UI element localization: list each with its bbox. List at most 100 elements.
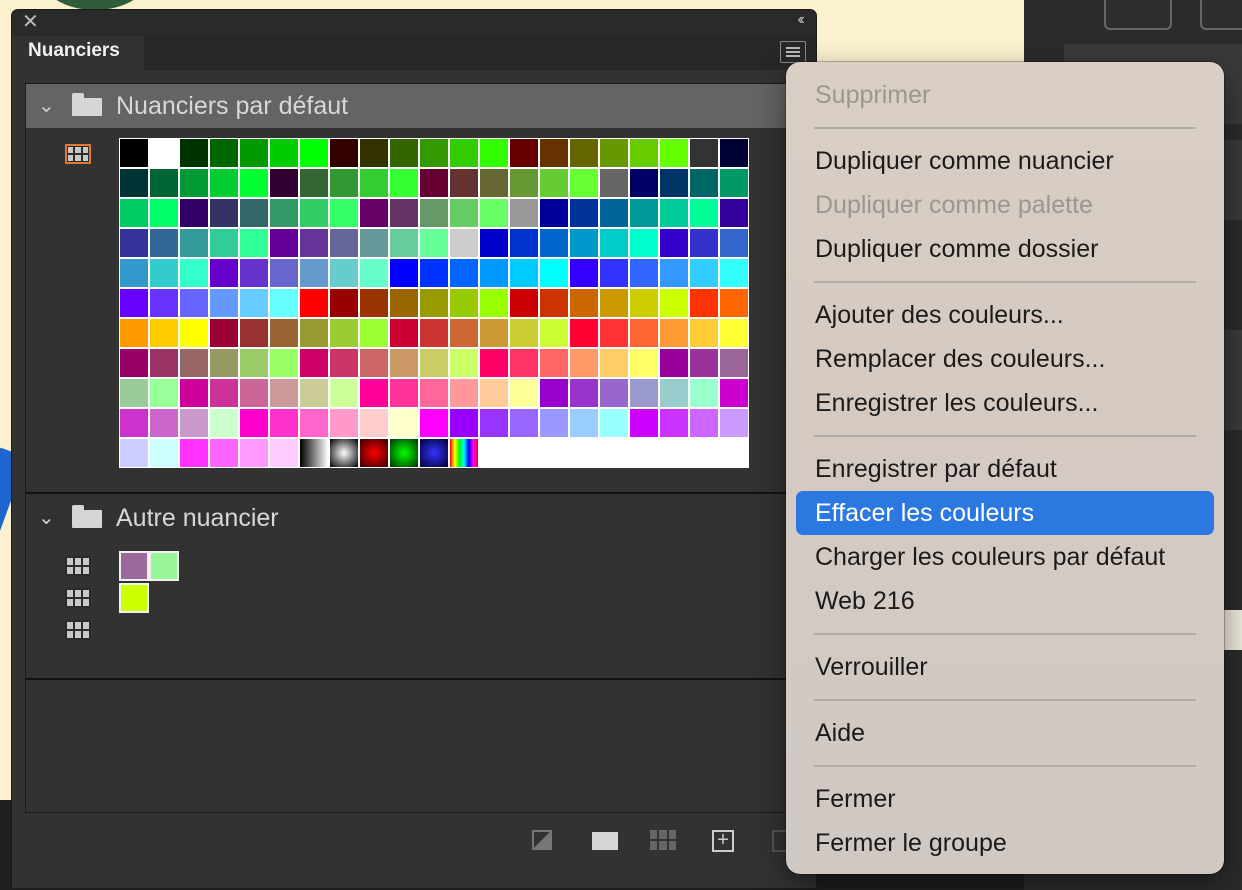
color-swatch[interactable] — [539, 138, 569, 168]
color-swatch[interactable] — [359, 198, 389, 228]
color-swatch[interactable] — [719, 138, 749, 168]
color-swatch[interactable] — [719, 348, 749, 378]
color-swatch[interactable] — [329, 228, 359, 258]
color-swatch[interactable] — [689, 288, 719, 318]
color-swatch[interactable] — [239, 378, 269, 408]
color-swatch[interactable] — [179, 438, 209, 468]
color-swatch[interactable] — [119, 378, 149, 408]
color-swatch[interactable] — [599, 138, 629, 168]
color-swatch[interactable] — [689, 228, 719, 258]
add-icon[interactable]: + — [712, 830, 734, 852]
group-header-other[interactable]: ⌄ Autre nuancier — [26, 496, 806, 540]
toolbar-button[interactable] — [1104, 0, 1172, 30]
chevron-down-icon[interactable]: ⌄ — [38, 496, 55, 540]
swatch-set-icon[interactable] — [65, 144, 91, 164]
color-swatch[interactable] — [389, 228, 419, 258]
color-swatch[interactable] — [269, 378, 299, 408]
color-swatch[interactable] — [359, 138, 389, 168]
color-swatch[interactable] — [629, 288, 659, 318]
color-swatch[interactable] — [389, 258, 419, 288]
swatch-set-icon[interactable] — [65, 556, 91, 576]
color-swatch[interactable] — [689, 318, 719, 348]
color-swatch[interactable] — [509, 228, 539, 258]
color-swatch[interactable] — [239, 408, 269, 438]
gradient-swatch[interactable] — [389, 438, 419, 468]
color-swatch[interactable] — [419, 138, 449, 168]
color-swatch[interactable] — [329, 198, 359, 228]
color-swatch[interactable] — [299, 228, 329, 258]
color-swatch[interactable] — [599, 258, 629, 288]
color-swatch[interactable] — [479, 228, 509, 258]
color-swatch[interactable] — [359, 378, 389, 408]
color-swatch[interactable] — [209, 258, 239, 288]
color-swatch[interactable] — [209, 318, 239, 348]
color-swatch[interactable] — [719, 168, 749, 198]
color-swatch[interactable] — [149, 378, 179, 408]
color-swatch[interactable] — [149, 258, 179, 288]
color-swatch[interactable] — [209, 348, 239, 378]
color-swatch[interactable] — [209, 288, 239, 318]
menu-item[interactable]: Ajouter des couleurs... — [796, 293, 1214, 337]
swatch-set-icon[interactable] — [65, 588, 91, 608]
color-swatch[interactable] — [659, 318, 689, 348]
color-swatch[interactable] — [119, 408, 149, 438]
color-swatch[interactable] — [419, 258, 449, 288]
color-swatch[interactable] — [539, 378, 569, 408]
color-swatch[interactable] — [239, 168, 269, 198]
color-swatch[interactable] — [599, 348, 629, 378]
color-swatch[interactable] — [449, 198, 479, 228]
color-swatch[interactable] — [269, 138, 299, 168]
color-swatch[interactable] — [479, 318, 509, 348]
color-swatch[interactable] — [719, 378, 749, 408]
color-swatch[interactable] — [149, 288, 179, 318]
menu-item[interactable]: Dupliquer comme nuancier — [796, 139, 1214, 183]
color-swatch[interactable] — [419, 348, 449, 378]
color-swatch[interactable] — [239, 228, 269, 258]
gradient-swatch[interactable] — [359, 438, 389, 468]
color-swatch[interactable] — [179, 408, 209, 438]
toolbar-button[interactable] — [1200, 0, 1242, 30]
color-swatch[interactable] — [359, 288, 389, 318]
color-swatch[interactable] — [359, 228, 389, 258]
color-swatch[interactable] — [389, 408, 419, 438]
color-swatch[interactable] — [629, 318, 659, 348]
color-swatch[interactable] — [659, 138, 689, 168]
panel-menu-icon[interactable] — [780, 41, 806, 63]
color-swatch[interactable] — [689, 168, 719, 198]
color-swatch[interactable] — [449, 378, 479, 408]
color-swatch[interactable] — [689, 348, 719, 378]
color-swatch[interactable] — [149, 198, 179, 228]
color-swatch[interactable] — [599, 318, 629, 348]
color-swatch[interactable] — [269, 408, 299, 438]
menu-item[interactable]: Verrouiller — [796, 645, 1214, 689]
gradient-swatch[interactable] — [419, 438, 449, 468]
color-swatch[interactable] — [329, 318, 359, 348]
color-swatch[interactable] — [629, 348, 659, 378]
color-swatch[interactable] — [599, 228, 629, 258]
color-swatch[interactable] — [659, 378, 689, 408]
color-swatch[interactable] — [479, 348, 509, 378]
color-swatch[interactable] — [209, 438, 239, 468]
color-swatch[interactable] — [179, 138, 209, 168]
color-swatch[interactable] — [149, 318, 179, 348]
menu-item[interactable]: Aide — [796, 711, 1214, 755]
color-swatch[interactable] — [149, 228, 179, 258]
color-swatch[interactable] — [419, 288, 449, 318]
color-swatch[interactable] — [719, 408, 749, 438]
color-swatch[interactable] — [629, 198, 659, 228]
color-swatch[interactable] — [539, 408, 569, 438]
color-swatch[interactable] — [689, 138, 719, 168]
color-swatch[interactable] — [209, 168, 239, 198]
color-swatch[interactable] — [149, 551, 179, 581]
color-swatch[interactable] — [719, 198, 749, 228]
tab-nuanciers[interactable]: Nuanciers — [12, 36, 144, 70]
color-swatch[interactable] — [149, 408, 179, 438]
color-swatch[interactable] — [629, 408, 659, 438]
color-swatch[interactable] — [299, 258, 329, 288]
color-swatch[interactable] — [299, 378, 329, 408]
color-swatch[interactable] — [179, 168, 209, 198]
color-swatch[interactable] — [509, 348, 539, 378]
color-swatch[interactable] — [659, 168, 689, 198]
color-swatch[interactable] — [119, 258, 149, 288]
color-swatch[interactable] — [239, 348, 269, 378]
